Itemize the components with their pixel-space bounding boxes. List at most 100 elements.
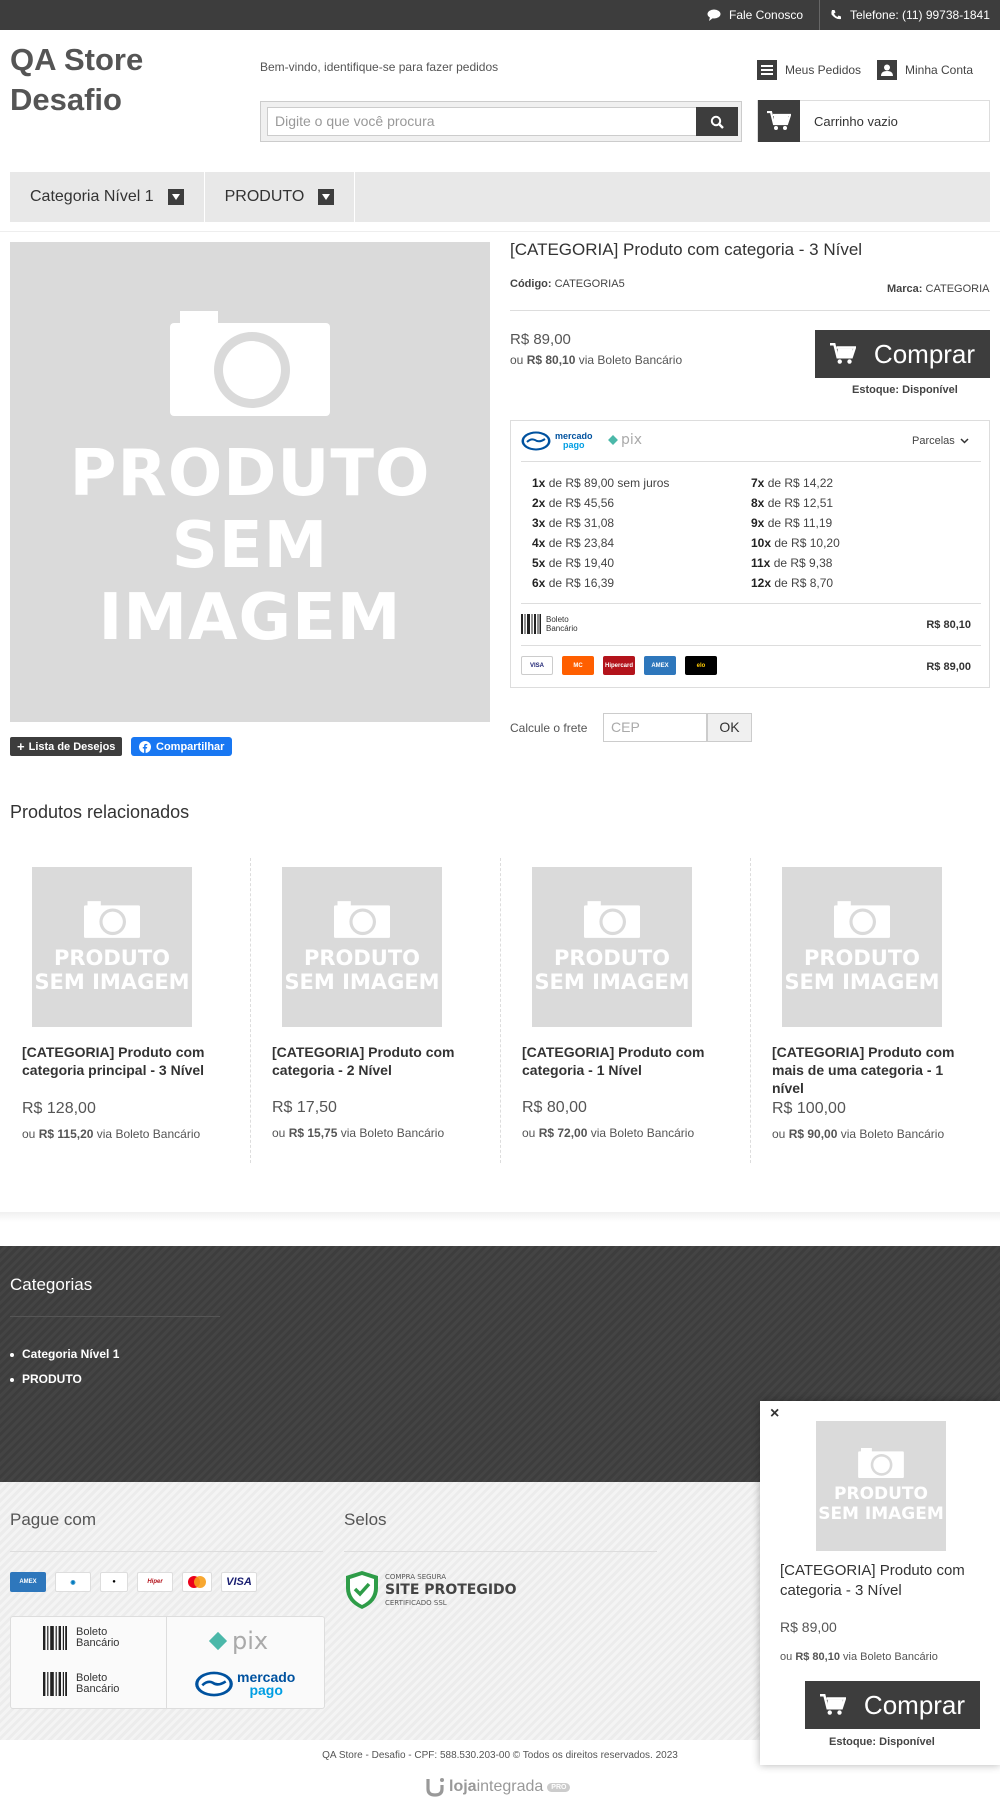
shipping-label: Calcule o frete (510, 721, 588, 735)
facebook-share-button[interactable]: Compartilhar (131, 737, 233, 756)
hipercard-icon: Hiper (137, 1572, 173, 1592)
boleto-prefix: ou (272, 1126, 286, 1140)
chat-icon (707, 9, 721, 21)
installments-toggle[interactable]: Parcelas (912, 435, 969, 447)
boleto-prefix: ou (510, 353, 524, 367)
cep-input[interactable]: CEP (603, 713, 707, 742)
installment-count: 8x (751, 496, 765, 510)
related-product-name[interactable]: [CATEGORIA] Produto com categoria - 2 Ní… (272, 1043, 472, 1079)
cart-icon (819, 1694, 846, 1715)
no-image-text-1: PRODUTO (69, 436, 431, 511)
camera-icon (84, 900, 140, 938)
related-product-card[interactable]: PRODUTO SEM IMAGEM [CATEGORIA] Produto com… (250, 858, 500, 1163)
mercado-pago-logo: mercado pago (521, 431, 593, 451)
installment-value: de R$ 9,38 (773, 556, 833, 570)
boleto-prefix: ou (780, 1651, 793, 1663)
boleto-suffix: via Boleto Bancário (840, 1127, 945, 1141)
platform-name-2: integrada (476, 1778, 544, 1795)
card-divider (500, 858, 501, 1163)
related-product-card[interactable]: PRODUTO SEM IMAGEM [CATEGORIA] Produto com… (500, 858, 750, 1163)
installment-count: 10x (751, 536, 772, 550)
boleto-suffix: via Boleto Bancário (340, 1126, 445, 1140)
my-orders-link[interactable]: Meus Pedidos (757, 60, 861, 80)
diners-icon: ◉ (55, 1572, 91, 1592)
footer-category-link[interactable]: PRODUTO (10, 1367, 119, 1392)
divider (344, 1551, 657, 1552)
card-brands: VISA MC Hipercard AMEX elo (521, 656, 717, 675)
seal-text-1: COMPRA SEGURA (385, 1572, 447, 1581)
search-button[interactable] (696, 107, 738, 136)
product-image[interactable]: PRODUTO SEM IMAGEM (10, 242, 490, 722)
shield-check-icon (346, 1571, 378, 1609)
cart-button[interactable]: Carrinho vazio (757, 100, 990, 142)
elo-icon: ● (100, 1572, 128, 1592)
search-icon (710, 115, 724, 129)
nav-item-produto[interactable]: PRODUTO (205, 172, 356, 222)
no-image-text-2: SEM IMAGEM (34, 969, 190, 994)
footer-category-link[interactable]: Categoria Nível 1 (10, 1342, 119, 1367)
ssl-seal[interactable]: COMPRA SEGURA SITE PROTEGIDO CERTIFICADO… (344, 1570, 517, 1610)
divider (0, 231, 1000, 232)
no-image-text-2: SEM IMAGEM (534, 969, 690, 994)
divider (166, 1617, 167, 1708)
no-image-text-1: PRODUTO (834, 1484, 928, 1504)
brand-value[interactable]: CATEGORIA (926, 283, 990, 295)
related-boleto-line: ou R$ 72,00 via Boleto Bancário (522, 1126, 694, 1140)
related-product-card[interactable]: PRODUTO SEM IMAGEM [CATEGORIA] Produto com… (0, 858, 250, 1163)
related-product-name[interactable]: [CATEGORIA] Produto com categoria princi… (22, 1043, 222, 1079)
wishlist-button[interactable]: + Lista de Desejos (10, 737, 123, 756)
installment-count: 9x (751, 516, 765, 530)
divider (521, 645, 981, 646)
installment-row: 9x de R$ 11,19 (751, 513, 840, 533)
related-product-image[interactable]: PRODUTO SEM IMAGEM (532, 867, 692, 1027)
installment-row: 3x de R$ 31,08 (532, 513, 669, 533)
close-icon[interactable]: × (770, 1405, 779, 1423)
related-title: Produtos relacionados (10, 802, 190, 822)
pix-icon (608, 435, 618, 445)
related-product-name[interactable]: [CATEGORIA] Produto com mais de uma cate… (772, 1043, 972, 1097)
handshake-icon (195, 1671, 233, 1697)
payment-box: mercado pago pix Parcelas 1x de R$ 89,00 … (510, 420, 990, 688)
payment-methods-box: Boleto Bancário Boleto Bancário pix mercad… (10, 1616, 325, 1709)
no-image-text-1: PRODUTO (553, 945, 671, 970)
my-account-link[interactable]: Minha Conta (877, 60, 973, 80)
installments-right: 7x de R$ 14,22 8x de R$ 12,51 9x de R$ 11,… (751, 473, 840, 593)
camera-icon (858, 1448, 904, 1478)
installment-row: 1x de R$ 89,00 sem juros (532, 473, 669, 493)
seal-text-3: CERTIFICADO SSL (385, 1598, 447, 1607)
no-image-text-1: PRODUTO (303, 945, 421, 970)
stock-label: Estoque: (852, 384, 900, 396)
divider (521, 461, 981, 462)
related-product-name[interactable]: [CATEGORIA] Produto com categoria - 1 Ní… (522, 1043, 722, 1079)
camera-icon (584, 900, 640, 938)
related-boleto-line: ou R$ 90,00 via Boleto Bancário (772, 1127, 944, 1141)
boleto-suffix: via Boleto Bancário (96, 1127, 201, 1141)
related-product-image[interactable]: PRODUTO SEM IMAGEM (782, 867, 942, 1027)
installment-count: 3x (532, 516, 546, 530)
installment-count: 4x (532, 536, 546, 550)
welcome-text[interactable]: Bem-vindo, identifique-se para fazer ped… (260, 60, 498, 74)
installment-value: de R$ 12,51 (767, 496, 834, 510)
related-product-image[interactable]: PRODUTO SEM IMAGEM (282, 867, 442, 1027)
boleto-logo: Boleto Bancário (42, 1672, 119, 1696)
store-logo[interactable]: QA Store Desafio (10, 40, 190, 120)
related-product-image[interactable]: PRODUTO SEM IMAGEM (32, 867, 192, 1027)
shipping-ok-button[interactable]: OK (707, 713, 752, 742)
buy-button[interactable]: Comprar (815, 330, 990, 378)
installment-count: 6x (532, 576, 546, 590)
chevron-down-icon (960, 438, 969, 444)
platform-logo[interactable]: lojaintegrada PRO (425, 1777, 571, 1797)
related-product-card[interactable]: PRODUTO SEM IMAGEM [CATEGORIA] Produto com… (750, 858, 1000, 1163)
mercado-pago-logo: mercado pago (194, 1670, 295, 1697)
search-input[interactable]: Digite o que você procura (267, 107, 697, 136)
popup-buy-button[interactable]: Comprar (805, 1681, 980, 1729)
pix-label: pix (232, 1627, 269, 1655)
camera-icon (334, 900, 390, 938)
card-brand-icon: elo (685, 656, 717, 675)
brand-label: Marca: (887, 283, 923, 295)
popup-price: R$ 89,00 (780, 1619, 837, 1635)
nav-item-categoria-nivel-1[interactable]: Categoria Nível 1 (10, 172, 205, 222)
contact-link[interactable]: Fale Conosco (707, 0, 803, 30)
installment-row: 6x de R$ 16,39 (532, 573, 669, 593)
barcode-icon (43, 1626, 67, 1650)
